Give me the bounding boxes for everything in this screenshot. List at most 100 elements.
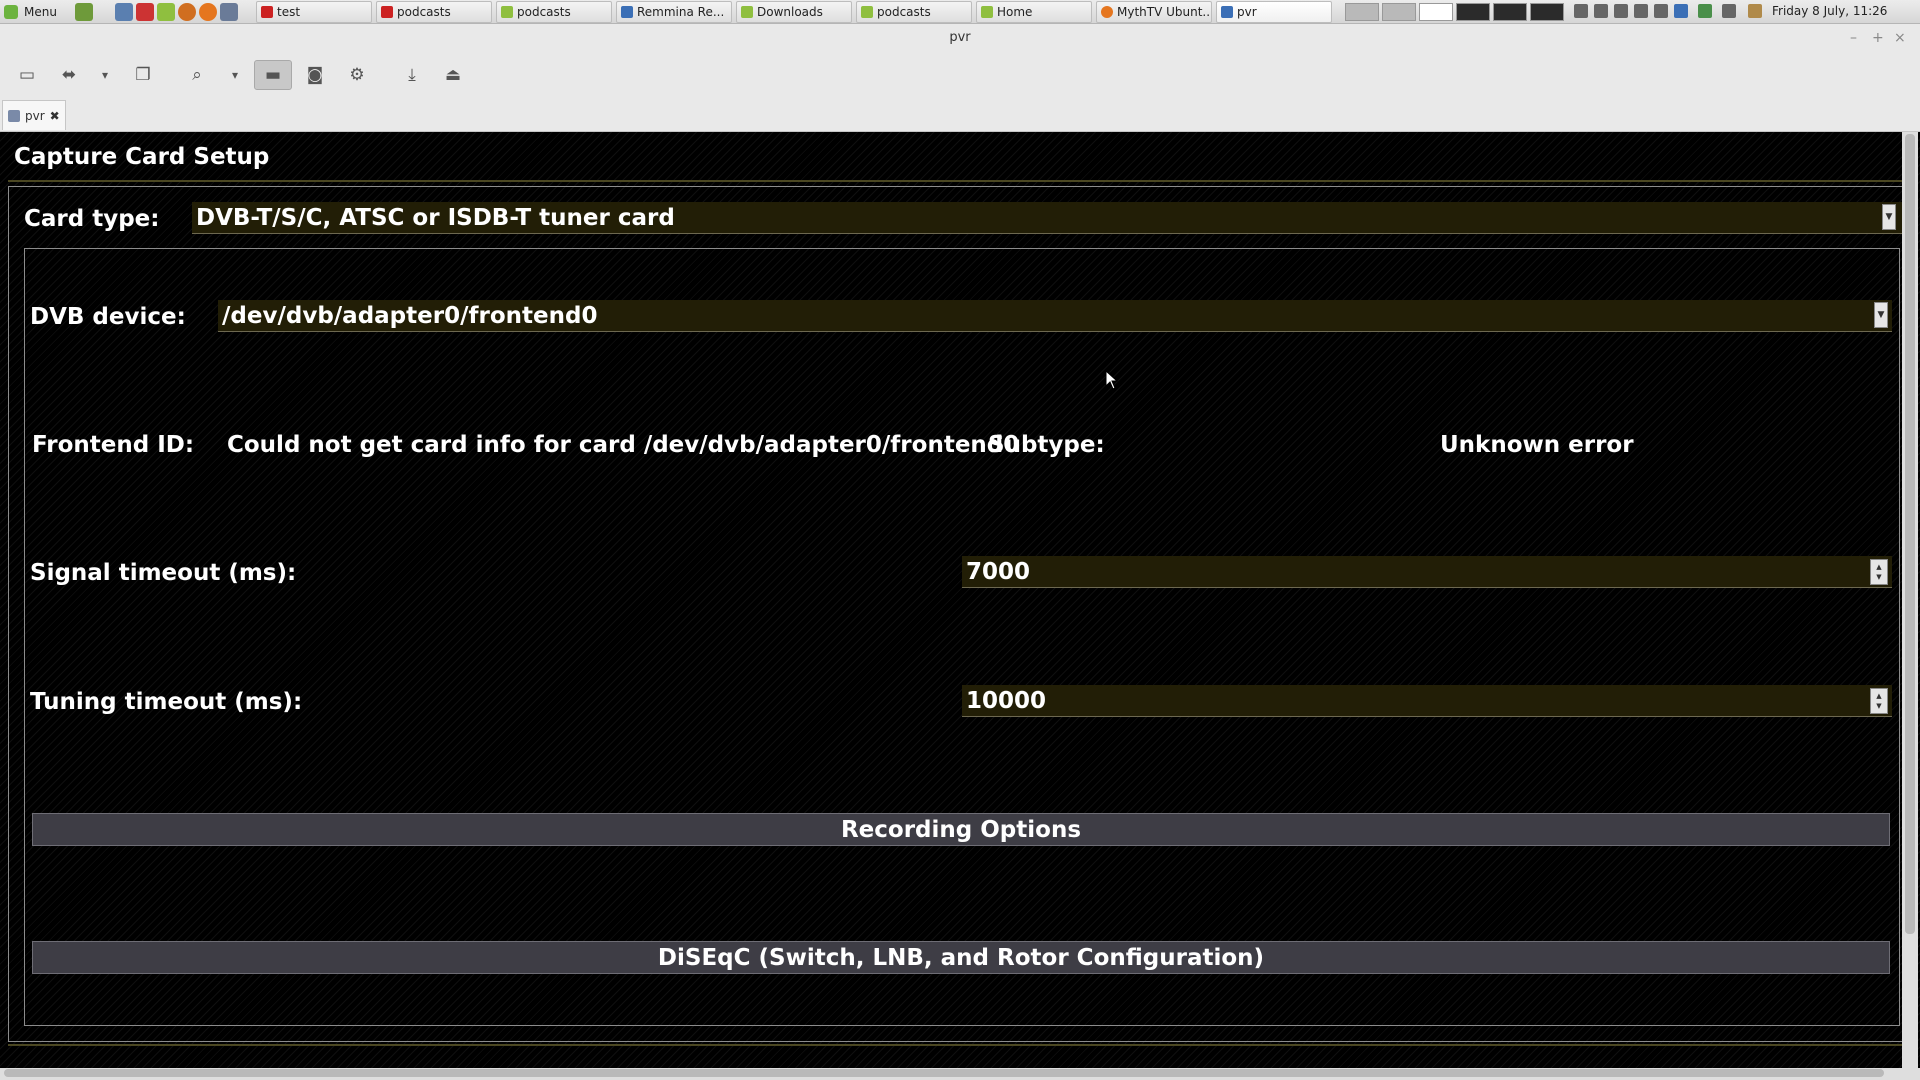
signal-timeout-value: 7000 (966, 558, 1031, 585)
tab-label: pvr (25, 108, 45, 123)
keyboard-icon[interactable] (1722, 4, 1736, 18)
card-type-label: Card type: (24, 206, 160, 232)
window-icon (381, 6, 393, 18)
taskbar-item-label: Home (997, 5, 1033, 19)
workspace-5[interactable] (1493, 3, 1527, 21)
settings-icon[interactable]: ⚙ (342, 60, 372, 90)
battery-icon[interactable] (1654, 4, 1668, 18)
folder-icon (741, 6, 753, 18)
chevron-down-icon[interactable]: ▾ (92, 60, 118, 90)
download-icon[interactable]: ⤓ (397, 60, 427, 90)
firefox-launcher-icon[interactable] (199, 3, 217, 21)
subtype-label: Subtype: (988, 432, 1105, 458)
taskbar-item[interactable]: podcasts (496, 1, 612, 23)
page-title: Capture Card Setup (14, 144, 270, 170)
scale-icon[interactable]: ⬌ (54, 60, 84, 90)
tuning-timeout-spinbox[interactable]: 10000 (962, 685, 1892, 717)
diseqc-button[interactable]: DiSEqC (Switch, LNB, and Rotor Configura… (32, 941, 1890, 974)
remmina-tray-icon[interactable] (1674, 4, 1688, 18)
network-icon[interactable] (1574, 4, 1588, 18)
frontend-id-value: Could not get card info for card /dev/dv… (227, 432, 1020, 458)
maximize-icon[interactable]: + (1872, 30, 1884, 46)
window-icon (621, 6, 633, 18)
window-icon (1221, 6, 1233, 18)
signal-timeout-spinbox[interactable]: 7000 (962, 556, 1892, 588)
show-desktop-icon[interactable] (75, 3, 93, 21)
subtype-value: Unknown error (1440, 432, 1634, 458)
frontend-id-label: Frontend ID: (32, 432, 195, 458)
window-title: pvr (0, 24, 1920, 52)
files-launcher-icon[interactable] (157, 3, 175, 21)
tuning-timeout-value: 10000 (966, 687, 1047, 714)
firefox-icon (1101, 6, 1113, 18)
workspace-3[interactable] (1419, 3, 1453, 21)
folder-icon (501, 6, 513, 18)
launcher-icon[interactable] (178, 3, 196, 21)
tab-close-icon[interactable]: ✖ (50, 109, 60, 123)
tray-icon[interactable] (1594, 4, 1608, 18)
workspace-6[interactable] (1530, 3, 1564, 21)
divider (8, 1044, 1906, 1046)
signal-timeout-label: Signal timeout (ms): (30, 560, 297, 586)
windows-icon[interactable]: ❐ (128, 60, 158, 90)
workspace-4[interactable] (1456, 3, 1490, 21)
taskbar-item[interactable]: pvr (1216, 1, 1332, 23)
menu-button[interactable]: Menu (4, 2, 66, 22)
taskbar-item-label: podcasts (397, 5, 451, 19)
vertical-scrollbar-thumb[interactable] (1905, 134, 1915, 934)
taskbar-item-label: pvr (1237, 5, 1257, 19)
window-icon (261, 6, 273, 18)
card-settings-group (24, 248, 1900, 1026)
taskbar-item[interactable]: Remmina Re... (616, 1, 732, 23)
chevron-down-icon[interactable]: ▼ (1882, 204, 1896, 230)
clipboard-icon[interactable] (1748, 4, 1762, 18)
clock[interactable]: Friday 8 July, 11:26 (1772, 4, 1887, 18)
taskbar-item-label: test (277, 5, 301, 19)
taskbar-item[interactable]: Downloads (736, 1, 852, 23)
dvb-device-select[interactable]: /dev/dvb/adapter0/frontend0 (218, 300, 1892, 332)
card-type-value: DVB-T/S/C, ATSC or ISDB-T tuner card (196, 204, 675, 231)
shield-icon[interactable] (1698, 4, 1712, 18)
launcher-icon[interactable] (115, 3, 133, 21)
horizontal-scrollbar-thumb[interactable] (4, 1069, 1884, 1077)
launcher-icon[interactable] (220, 3, 238, 21)
chevron-down-icon[interactable]: ▾ (222, 60, 248, 90)
user-icon[interactable] (1634, 4, 1648, 18)
dvb-device-label: DVB device: (30, 304, 186, 330)
zoom-icon[interactable]: ⌕ (182, 60, 212, 90)
taskbar-item-label: MythTV Ubunt... (1117, 5, 1212, 19)
screenshot-icon[interactable]: ◙ (300, 60, 330, 90)
taskbar-item-label: podcasts (877, 5, 931, 19)
taskbar-item[interactable]: test (256, 1, 372, 23)
tab-bar (0, 108, 1920, 132)
workspace-1[interactable] (1345, 3, 1379, 21)
folder-icon (981, 6, 993, 18)
recording-options-button[interactable]: Recording Options (32, 813, 1890, 846)
diseqc-label: DiSEqC (Switch, LNB, and Rotor Configura… (657, 944, 1265, 971)
disconnect-icon[interactable]: ⏏ (438, 60, 468, 90)
folder-icon (861, 6, 873, 18)
minimize-icon[interactable]: – (1850, 30, 1857, 46)
remote-icon (8, 109, 20, 122)
close-icon[interactable]: × (1894, 30, 1906, 46)
spinbox-arrows-icon[interactable]: ▲ ▼ (1870, 688, 1888, 714)
taskbar-item[interactable]: podcasts (856, 1, 972, 23)
taskbar-item-label: Remmina Re... (637, 5, 725, 19)
card-type-select[interactable]: DVB-T/S/C, ATSC or ISDB-T tuner card (192, 202, 1902, 234)
workspace-2[interactable] (1382, 3, 1416, 21)
taskbar-item[interactable]: MythTV Ubunt... (1096, 1, 1212, 23)
tuning-timeout-label: Tuning timeout (ms): (30, 689, 303, 715)
menu-label: Menu (24, 5, 57, 19)
volume-icon[interactable] (1614, 4, 1628, 18)
chevron-down-icon[interactable]: ▼ (1874, 302, 1888, 328)
dvb-device-value: /dev/dvb/adapter0/frontend0 (222, 302, 598, 329)
launcher-icon[interactable] (136, 3, 154, 21)
keyboard-grab-icon[interactable]: ▬ (254, 60, 292, 90)
fullscreen-icon[interactable]: ▭ (12, 60, 42, 90)
divider (8, 180, 1906, 182)
spinbox-arrows-icon[interactable]: ▲ ▼ (1870, 559, 1888, 585)
recording-options-label: Recording Options (840, 816, 1082, 843)
taskbar-item[interactable]: Home (976, 1, 1092, 23)
taskbar-item[interactable]: podcasts (376, 1, 492, 23)
tab-pvr[interactable]: pvr ✖ (2, 100, 66, 130)
